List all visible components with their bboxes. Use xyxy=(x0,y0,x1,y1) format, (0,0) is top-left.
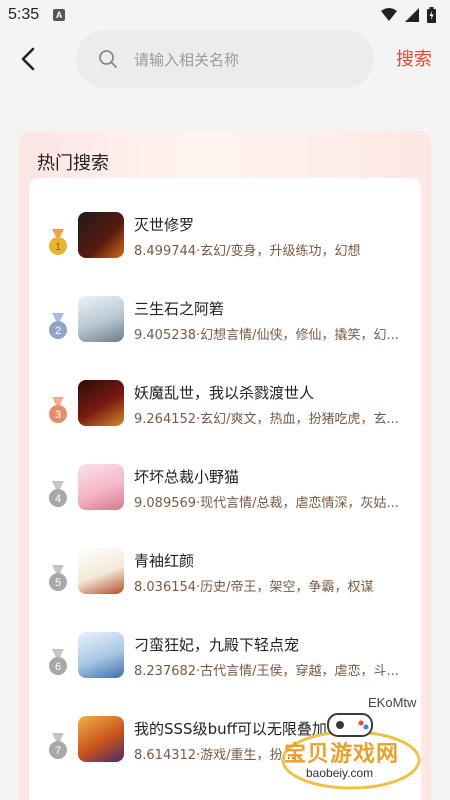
book-desc: 8.499744·玄幻/变身，升级练功，幻想 xyxy=(134,244,361,259)
book-title: 刁蛮狂妃，九殿下轻点宠 xyxy=(134,636,300,654)
status-time: 5:35 xyxy=(8,6,40,23)
book-title: 三生石之阿箬 xyxy=(134,300,225,318)
medal-rank: 4 xyxy=(55,493,61,505)
search-icon xyxy=(99,50,117,68)
signal-icon xyxy=(405,8,419,22)
book-cover[interactable] xyxy=(78,716,124,762)
medal-gray-icon: 5 xyxy=(49,565,67,591)
list-item[interactable]: 2 三生石之阿箬 9.405238·幻想言情/仙侠，修仙，撬笑，幻... xyxy=(29,296,421,366)
list-item[interactable]: 5 青袖红颜 8.036154·历史/帝王，架空，争霸，权谋 xyxy=(29,548,421,618)
medal-rank: 5 xyxy=(55,577,61,589)
medal-rank: 7 xyxy=(55,745,61,757)
list-item[interactable]: 6 刁蛮狂妃，九殿下轻点宠 8.237682·古代言情/王侯，穿越，虐恋，斗..… xyxy=(29,632,421,702)
book-title: 青袖红颜 xyxy=(134,552,195,570)
medal-rank: 1 xyxy=(55,241,61,253)
book-cover[interactable] xyxy=(78,212,124,258)
status-bar: 5:35 A xyxy=(0,0,450,30)
book-cover[interactable] xyxy=(78,296,124,342)
medal-rank: 6 xyxy=(55,661,61,673)
book-desc: 8.036154·历史/帝王，架空，争霸，权谋 xyxy=(134,580,374,595)
notification-icon: A xyxy=(53,9,66,21)
book-desc: 9.264152·玄幻/爽文，热血，扮猪吃虎，玄... xyxy=(134,412,399,427)
back-button[interactable] xyxy=(16,44,42,74)
list-item[interactable]: 4 坏坏总裁小野猫 9.089569·现代言情/总裁，虐恋情深，灰姑... xyxy=(29,464,421,534)
search-input[interactable]: 请输入相关名称 xyxy=(76,30,374,88)
medal-gray-icon: 4 xyxy=(49,481,67,507)
hot-search-list: 1 灭世修罗 8.499744·玄幻/变身，升级练功，幻想 2 三生石之阿箬 9… xyxy=(29,178,421,800)
watermark-tag: EKoMtw xyxy=(368,695,417,710)
medal-gray-icon: 7 xyxy=(49,733,67,759)
watermark-url: baobeiy.com xyxy=(306,766,374,780)
book-title: 灭世修罗 xyxy=(134,216,195,234)
wifi-icon xyxy=(381,8,397,21)
medal-gray-icon: 6 xyxy=(49,649,67,675)
book-desc: 8.237682·古代言情/王侯，穿越，虐恋，斗... xyxy=(134,664,399,679)
book-title: 妖魔乱世，我以杀戮渡世人 xyxy=(134,384,315,402)
search-header: 请输入相关名称 搜索 xyxy=(0,30,450,88)
search-placeholder: 请输入相关名称 xyxy=(134,50,240,69)
book-cover[interactable] xyxy=(78,632,124,678)
book-desc: 9.089569·现代言情/总裁，虐恋情深，灰姑... xyxy=(134,496,399,511)
medal-rank: 3 xyxy=(55,409,61,421)
book-cover[interactable] xyxy=(78,464,124,510)
medal-silver-icon: 2 xyxy=(49,313,67,339)
chevron-left-icon xyxy=(21,47,35,71)
book-desc: 9.405238·幻想言情/仙侠，修仙，撬笑，幻... xyxy=(134,328,399,343)
list-item[interactable]: 3 妖魔乱世，我以杀戮渡世人 9.264152·玄幻/爽文，热血，扮猪吃虎，玄.… xyxy=(29,380,421,450)
book-cover[interactable] xyxy=(78,380,124,426)
status-icons xyxy=(381,7,436,23)
watermark-name: 宝贝游戏网 xyxy=(284,742,400,767)
medal-gold-icon: 1 xyxy=(49,229,67,255)
list-item[interactable]: 1 灭世修罗 8.499744·玄幻/变身，升级练功，幻想 xyxy=(29,212,421,282)
medal-bronze-icon: 3 xyxy=(49,397,67,423)
battery-icon xyxy=(427,7,436,23)
book-title: 坏坏总裁小野猫 xyxy=(134,468,240,486)
section-title: 热门搜索 xyxy=(37,153,109,174)
watermark-logo: 宝贝游戏网 baobeiy.com xyxy=(276,712,426,790)
medal-rank: 2 xyxy=(55,325,61,337)
search-button[interactable]: 搜索 xyxy=(396,45,432,71)
book-cover[interactable] xyxy=(78,548,124,594)
